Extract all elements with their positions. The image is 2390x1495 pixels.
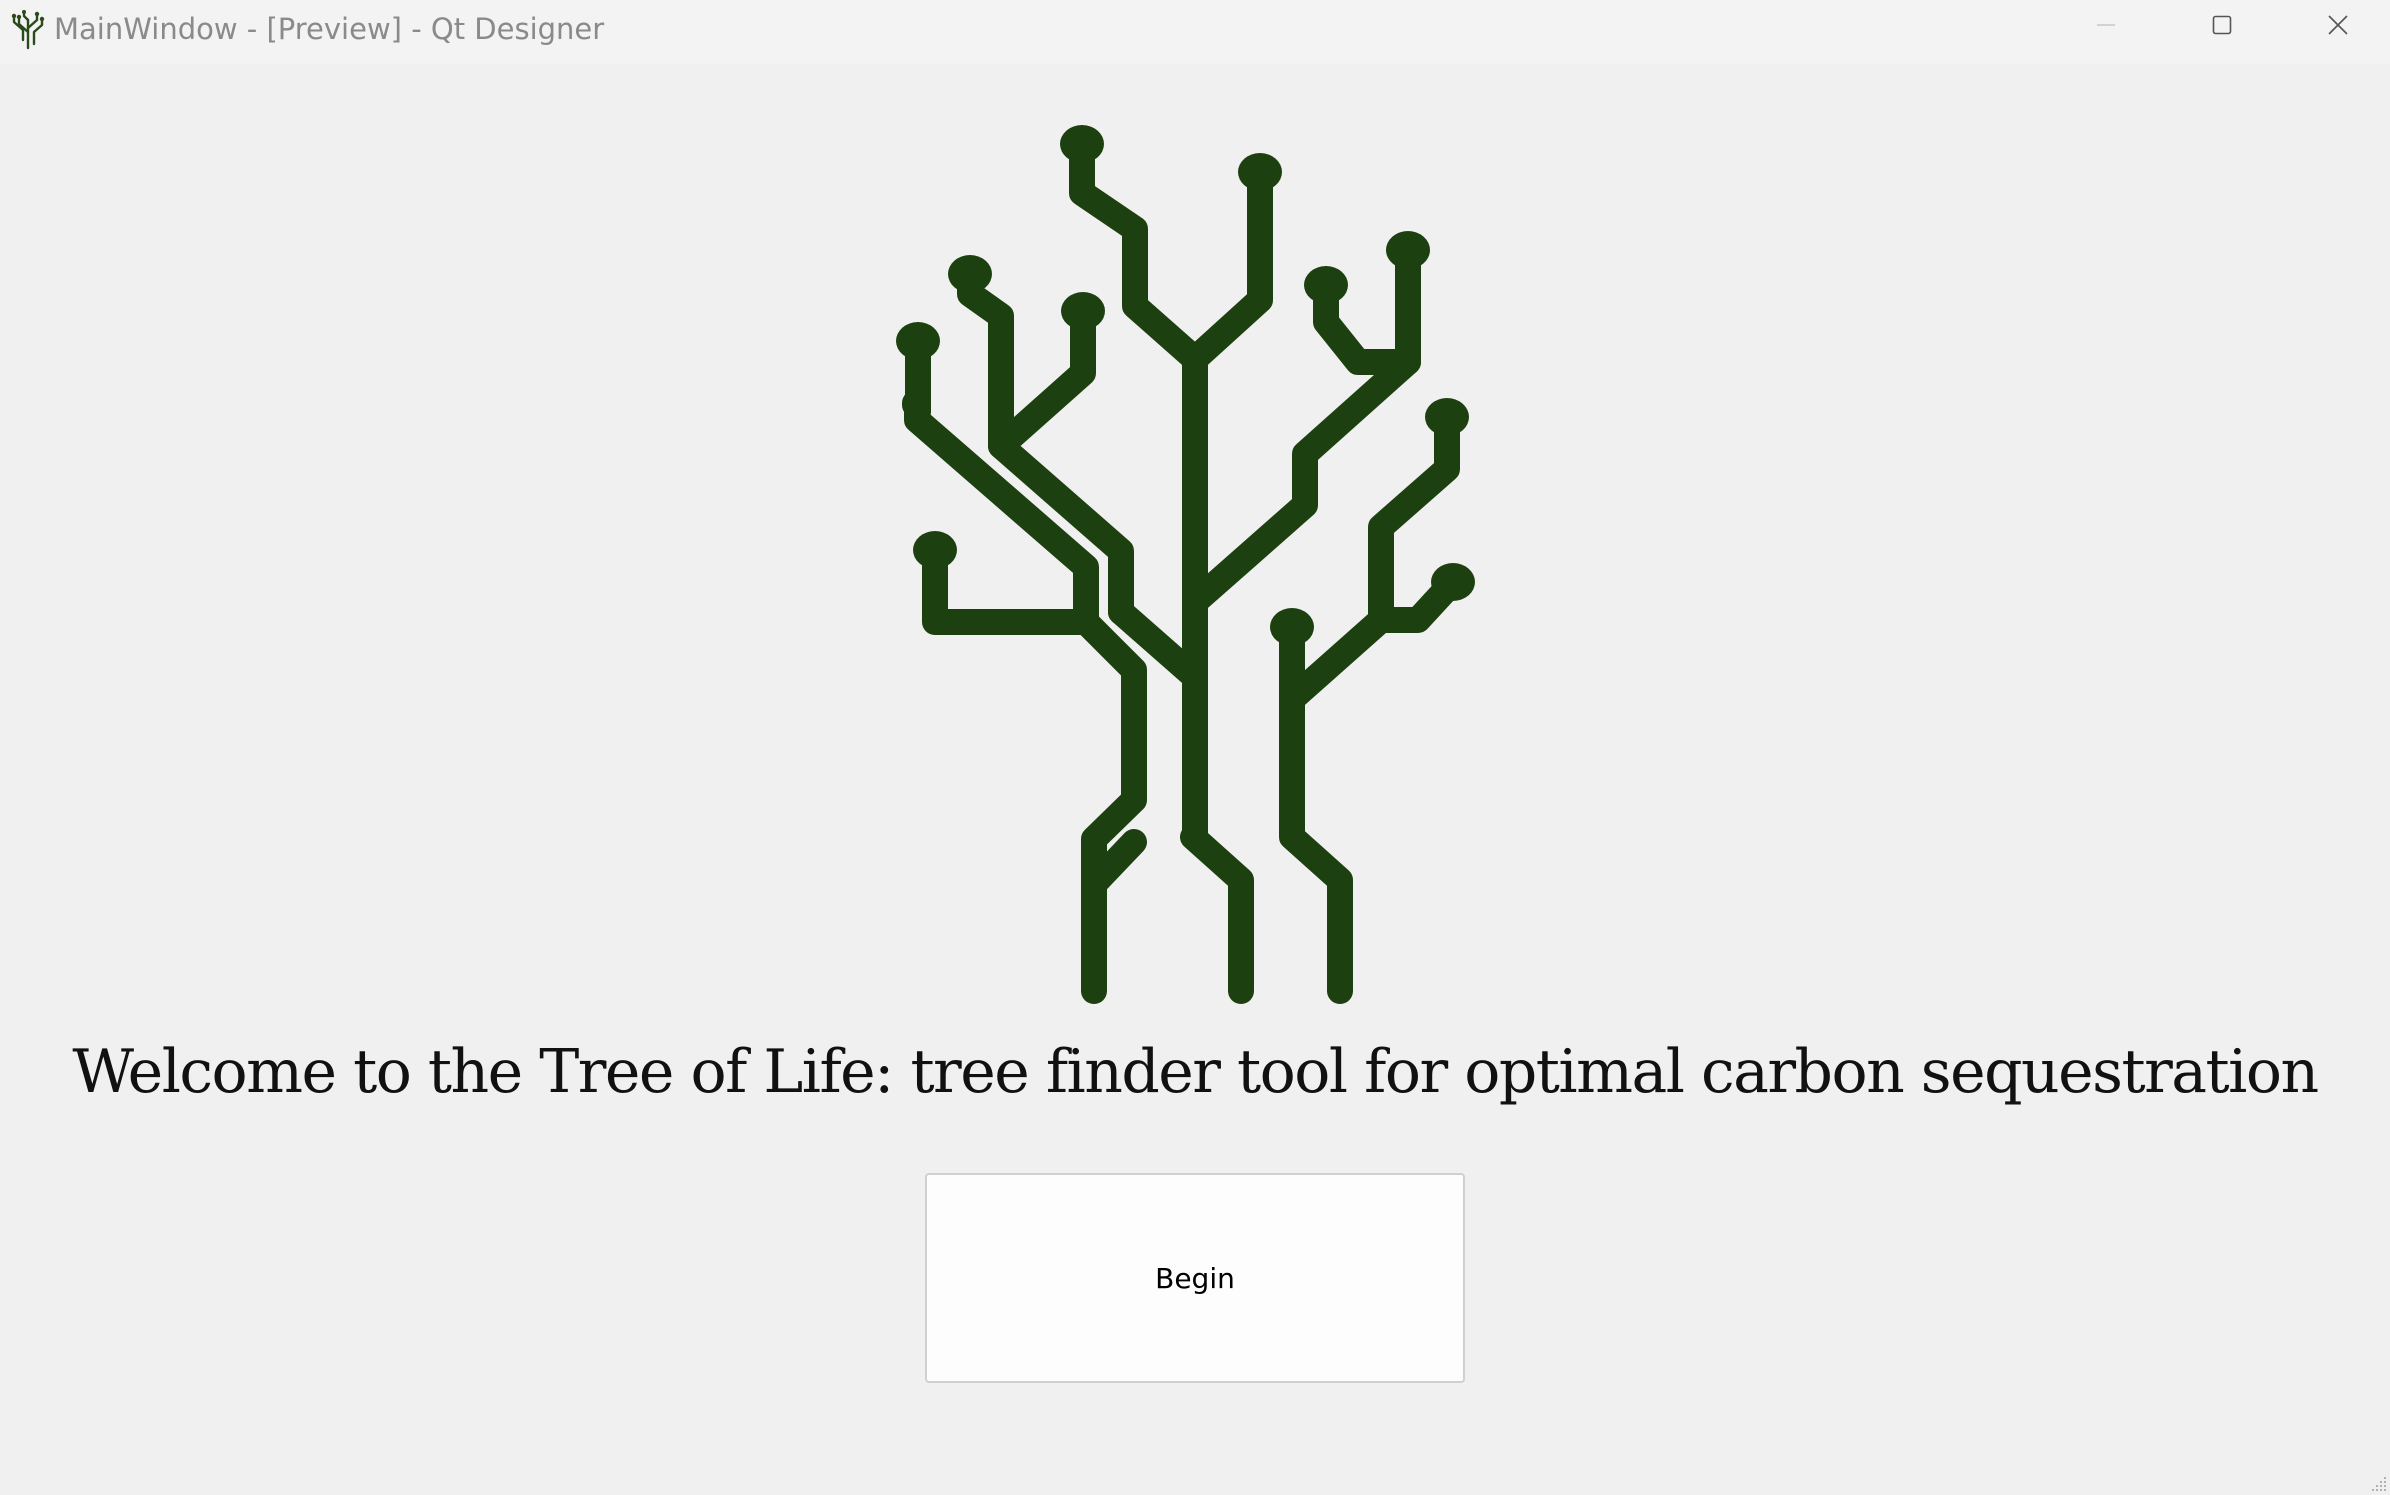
maximize-icon — [2211, 14, 2233, 41]
window-title: MainWindow - [Preview] - Qt Designer — [54, 12, 605, 46]
welcome-heading: Welcome to the Tree of Life: tree finder… — [72, 1037, 2319, 1107]
close-button[interactable] — [2280, 0, 2390, 54]
tree-icon — [8, 10, 48, 50]
title-bar[interactable]: MainWindow - [Preview] - Qt Designer — [0, 0, 2390, 64]
minimize-icon — [2095, 14, 2117, 41]
maximize-button[interactable] — [2164, 0, 2280, 54]
size-grip-icon[interactable] — [2370, 1475, 2388, 1493]
begin-button[interactable]: Begin — [925, 1173, 1465, 1383]
main-window: MainWindow - [Preview] - Qt Designer Wel… — [0, 0, 2390, 1495]
close-icon — [2327, 14, 2349, 41]
tree-of-life-logo — [880, 119, 1520, 1039]
minimize-button[interactable] — [2048, 0, 2164, 54]
